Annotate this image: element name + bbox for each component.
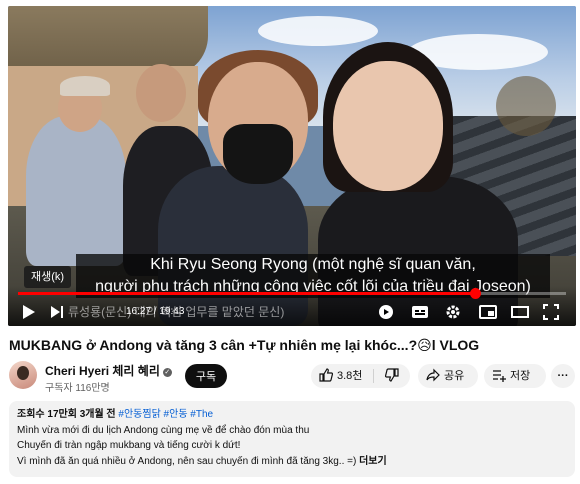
hashtags[interactable]: #안동찜닭 #안동 #The xyxy=(118,409,213,420)
caption-line-1: Khi Ryu Seong Ryong (một nghệ sĩ quan vă… xyxy=(76,254,550,276)
channel-name-text[interactable]: Cheri Hyeri 체리 혜리 xyxy=(45,364,160,378)
description-line-3: Vì mình đã ăn quá nhiều ở Andong, nên sa… xyxy=(17,454,567,470)
view-count: 조회수 17만회 xyxy=(17,409,77,420)
thumbs-up-icon xyxy=(319,368,333,382)
description-meta: 조회수 17만회 3개월 전 #안동찜닭 #안동 #The xyxy=(17,407,567,423)
video-title: MUKBANG ở Andong và tăng 3 cân +Tự nhiên… xyxy=(9,335,569,355)
verified-check-icon: ✓ xyxy=(162,368,172,377)
autoplay-toggle-icon[interactable] xyxy=(378,302,394,322)
channel-name[interactable]: Cheri Hyeri 체리 혜리 ✓ xyxy=(45,362,172,379)
like-button[interactable]: 3.8천 xyxy=(311,364,373,388)
subscribe-button[interactable]: 구독 xyxy=(185,364,227,388)
like-count: 3.8천 xyxy=(337,370,363,382)
share-button[interactable]: 공유 xyxy=(418,364,478,388)
save-label: 저장 xyxy=(510,370,531,382)
play-icon[interactable] xyxy=(22,302,40,322)
chapter-title: 류성룡(문신) 대의 핵심 업무를 맡았던 문신) xyxy=(68,305,285,319)
channel-avatar[interactable] xyxy=(9,361,37,389)
thumbs-down-icon xyxy=(385,368,399,382)
more-actions-button[interactable]: ··· xyxy=(551,364,575,388)
upload-date: 3개월 전 xyxy=(79,409,116,420)
time-display: 16:27 / 19:43 xyxy=(126,306,185,317)
next-icon[interactable] xyxy=(50,302,66,322)
sad-emoji: 😥 xyxy=(417,337,432,353)
play-tooltip: 재생(k) xyxy=(24,266,72,288)
video-title-text: MUKBANG ở Andong và tăng 3 cân +Tự nhiên… xyxy=(9,337,418,353)
description-box[interactable]: 조회수 17만회 3개월 전 #안동찜닭 #안동 #The Mình vừa m… xyxy=(9,401,575,477)
fullscreen-icon[interactable] xyxy=(543,302,561,322)
settings-gear-icon[interactable] xyxy=(445,302,463,322)
like-dislike-group: 3.8천 xyxy=(311,364,410,388)
show-more-button[interactable]: 더보기 xyxy=(359,456,387,467)
dislike-button[interactable] xyxy=(374,364,410,388)
subscriber-count: 구독자 116만명 xyxy=(45,383,110,394)
save-button[interactable]: 저장 xyxy=(484,364,546,388)
video-player[interactable]: Khi Ryu Seong Ryong (một nghệ sĩ quan vă… xyxy=(8,6,576,326)
progress-bar[interactable] xyxy=(18,288,566,299)
description-line-1: Mình vừa mới đi du lịch Andong cùng mẹ v… xyxy=(17,424,310,436)
description-line-2: Chuyến đi tràn ngập mukbang và tiếng cườ… xyxy=(17,440,241,451)
theater-mode-icon[interactable] xyxy=(511,302,529,322)
youtube-watch-page: Khi Ryu Seong Ryong (một nghệ sĩ quan vă… xyxy=(0,0,580,484)
share-arrow-icon xyxy=(426,368,440,382)
save-playlist-icon xyxy=(492,368,506,382)
subtitles-icon[interactable] xyxy=(411,302,429,322)
description-line-3-text: Vì mình đã ăn quá nhiều ở Andong, nên sa… xyxy=(17,455,357,467)
progress-fill xyxy=(18,292,476,295)
share-label: 공유 xyxy=(444,370,465,382)
miniplayer-icon[interactable] xyxy=(479,302,497,322)
player-controls: 류성룡(문신) 대의 핵심 업무를 맡았던 문신) 16:27 / 19:43 xyxy=(8,298,576,326)
video-title-suffix: l VLOG xyxy=(431,337,480,353)
